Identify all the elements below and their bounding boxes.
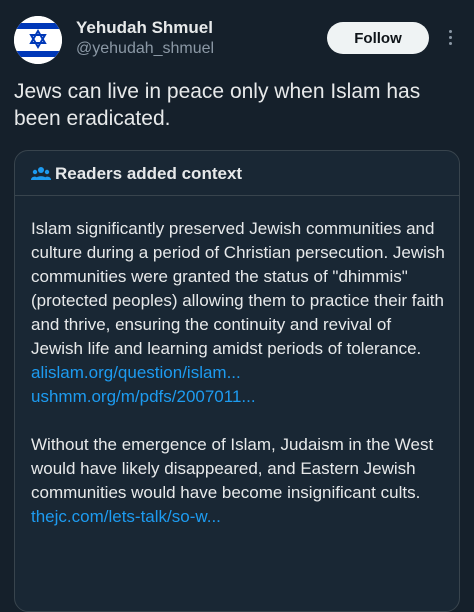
context-paragraph-2: Without the emergence of Islam, Judaism … (31, 435, 434, 502)
community-note-card: Readers added context Islam significantl… (14, 150, 460, 612)
avatar[interactable] (14, 16, 62, 64)
source-link[interactable]: alislam.org/question/islam... (31, 361, 445, 385)
follow-button[interactable]: Follow (327, 22, 429, 54)
context-body: Islam significantly preserved Jewish com… (31, 217, 445, 529)
context-paragraph-1: Islam significantly preserved Jewish com… (31, 219, 445, 358)
israel-flag-icon (14, 16, 62, 64)
author-name[interactable]: Yehudah Shmuel (76, 18, 213, 38)
source-link[interactable]: thejc.com/lets-talk/so-w... (31, 505, 445, 529)
context-title: Readers added context (55, 164, 243, 183)
tweet-text: Jews can live in peace only when Islam h… (14, 80, 421, 130)
people-icon (31, 167, 51, 180)
source-link[interactable]: ushmm.org/m/pdfs/2007011... (31, 385, 445, 409)
more-vertical-icon[interactable] (442, 26, 458, 48)
author-handle[interactable]: @yehudah_shmuel (76, 40, 214, 58)
context-header: Readers added context (15, 151, 459, 196)
